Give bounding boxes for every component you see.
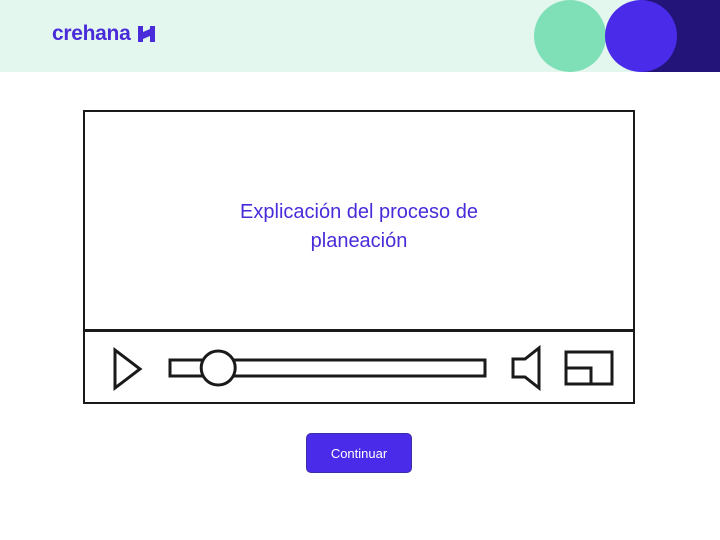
continue-button[interactable]: Continuar bbox=[306, 433, 412, 473]
crehana-mark-icon bbox=[138, 26, 156, 42]
progress-knob[interactable] bbox=[199, 349, 237, 387]
volume-icon[interactable] bbox=[511, 344, 541, 392]
progress-slider[interactable] bbox=[168, 349, 487, 387]
play-icon[interactable] bbox=[113, 346, 143, 392]
video-screen[interactable]: Explicación del proceso de planeación bbox=[85, 112, 633, 332]
fullscreen-icon[interactable] bbox=[564, 350, 614, 386]
video-controls bbox=[85, 332, 633, 402]
decorative-purple-circle bbox=[605, 0, 677, 72]
video-player[interactable]: Explicación del proceso de planeación bbox=[83, 110, 635, 404]
logo-text: crehana bbox=[52, 22, 131, 45]
video-title: Explicación del proceso de planeación bbox=[240, 201, 478, 252]
decorative-green-circle bbox=[534, 0, 606, 72]
top-banner: crehana bbox=[0, 0, 720, 72]
crehana-logo: crehana bbox=[52, 22, 156, 46]
